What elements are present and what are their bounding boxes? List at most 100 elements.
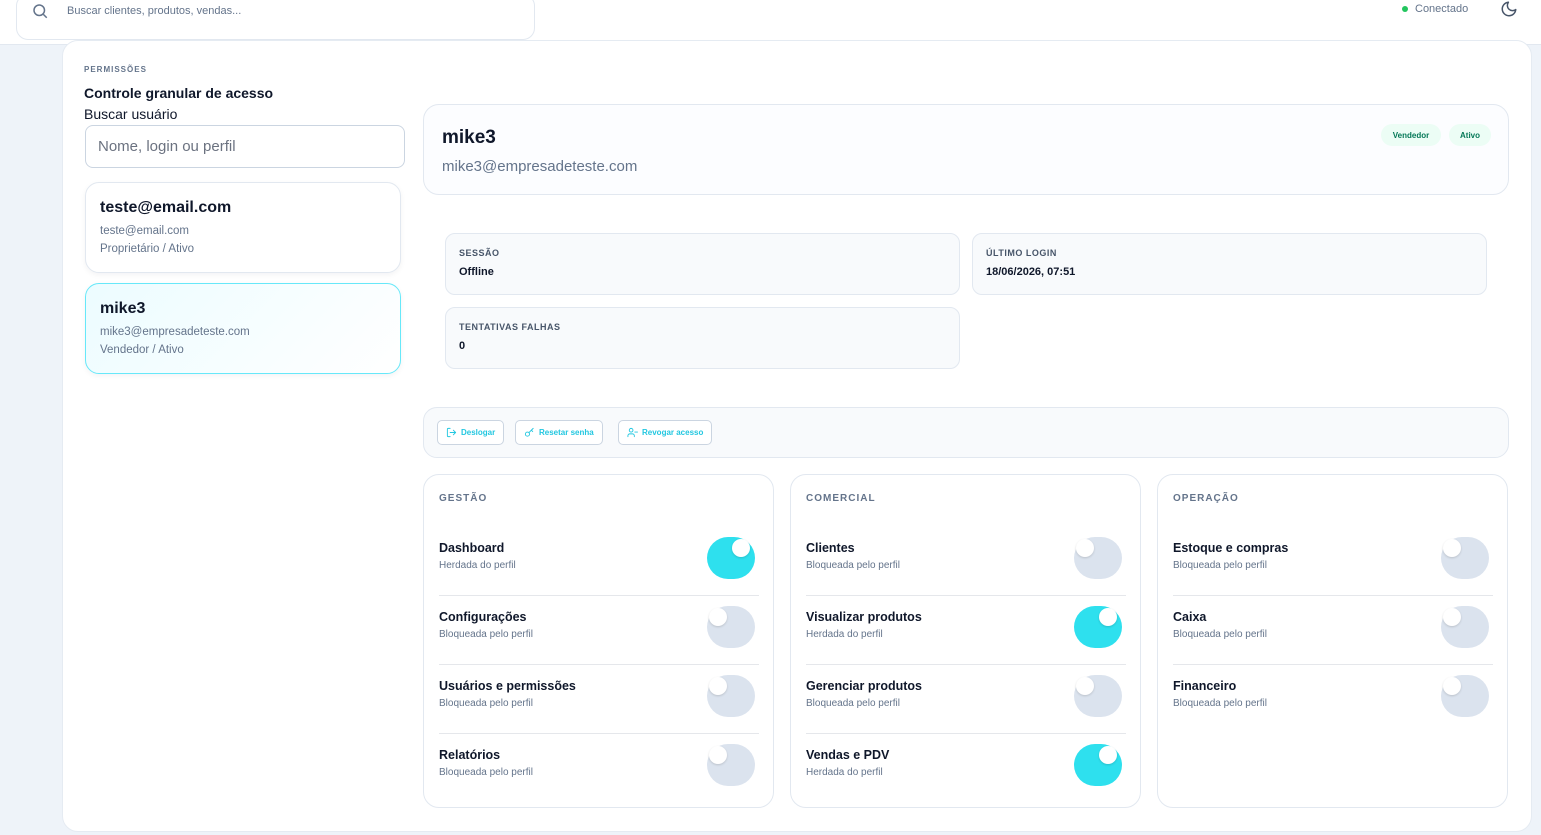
group-title: GESTÃO <box>439 493 488 504</box>
stat-value: 0 <box>459 340 466 352</box>
permission-status: Bloqueada pelo perfil <box>1173 698 1267 709</box>
toggle-knob <box>1076 677 1094 695</box>
permission-toggle-visualizar-produtos[interactable] <box>1074 606 1122 648</box>
global-search-placeholder: Buscar clientes, produtos, vendas... <box>67 5 242 17</box>
stat-value: Offline <box>459 266 494 278</box>
stat-label: ÚLTIMO LOGIN <box>986 248 1057 258</box>
permission-status: Bloqueada pelo perfil <box>1173 560 1267 571</box>
stat-label: TENTATIVAS FALHAS <box>459 322 561 332</box>
group-title: COMERCIAL <box>806 493 876 504</box>
status-dot-icon <box>1402 6 1408 12</box>
group-title: OPERAÇÃO <box>1173 493 1239 504</box>
permission-toggle-financeiro[interactable] <box>1441 675 1489 717</box>
permission-name: Configurações <box>439 610 527 624</box>
permission-row: Configurações Bloqueada pelo perfil <box>439 596 759 665</box>
permission-name: Vendas e PDV <box>806 748 890 762</box>
permission-toggle-relatorios[interactable] <box>707 744 755 786</box>
permission-row: Clientes Bloqueada pelo perfil <box>806 527 1126 596</box>
permission-name: Clientes <box>806 541 855 555</box>
group-gestao: GESTÃO Dashboard Herdada do perfil Confi… <box>423 474 774 808</box>
stat-label: SESSÃO <box>459 248 500 258</box>
group-comercial: COMERCIAL Clientes Bloqueada pelo perfil… <box>790 474 1141 808</box>
permission-row: Caixa Bloqueada pelo perfil <box>1173 596 1493 665</box>
connection-status: Conectado <box>1402 3 1468 15</box>
stat-session: SESSÃO Offline <box>445 233 960 295</box>
permission-status: Bloqueada pelo perfil <box>439 767 533 778</box>
toggle-knob <box>709 608 727 626</box>
permission-toggle-configuracoes[interactable] <box>707 606 755 648</box>
top-bar: Buscar clientes, produtos, vendas... Con… <box>0 0 1541 45</box>
permission-row: Vendas e PDV Herdada do perfil <box>806 734 1126 803</box>
permission-row: Relatórios Bloqueada pelo perfil <box>439 734 759 803</box>
status-badge: Ativo <box>1449 124 1491 146</box>
connection-status-label: Conectado <box>1415 3 1469 15</box>
permission-status: Bloqueada pelo perfil <box>806 560 900 571</box>
permission-row: Dashboard Herdada do perfil <box>439 527 759 596</box>
moon-icon[interactable] <box>1500 0 1518 18</box>
user-card-mike3[interactable]: mike3 mike3@empresadeteste.com Vendedor … <box>85 283 401 374</box>
reset-password-label: Resetar senha <box>539 428 594 437</box>
permission-name: Estoque e compras <box>1173 541 1289 555</box>
revoke-access-label: Revogar acesso <box>642 428 704 437</box>
user-search-input[interactable] <box>85 125 405 168</box>
permission-row: Estoque e compras Bloqueada pelo perfil <box>1173 527 1493 596</box>
user-card-email: teste@email.com <box>100 225 190 237</box>
logout-button[interactable]: Deslogar <box>437 420 505 445</box>
permission-toggle-dashboard[interactable] <box>707 537 755 579</box>
user-detail-header: mike3 mike3@empresadeteste.com Vendedor … <box>423 104 1509 195</box>
permission-name: Usuários e permissões <box>439 679 576 693</box>
user-card-name: teste@email.com <box>100 199 232 216</box>
toggle-knob <box>709 677 727 695</box>
key-icon <box>524 427 534 437</box>
reset-password-button[interactable]: Resetar senha <box>515 420 603 445</box>
permission-toggle-estoque[interactable] <box>1441 537 1489 579</box>
section-title: Controle granular de acesso <box>84 85 274 101</box>
permission-row: Visualizar produtos Herdada do perfil <box>806 596 1126 665</box>
user-detail-email: mike3@empresadeteste.com <box>442 158 638 175</box>
section-eyebrow: PERMISSÕES <box>84 65 147 74</box>
permission-toggle-caixa[interactable] <box>1441 606 1489 648</box>
permission-name: Caixa <box>1173 610 1207 624</box>
stat-value: 18/06/2026, 07:51 <box>986 266 1076 278</box>
toggle-knob <box>1099 608 1117 626</box>
permission-name: Dashboard <box>439 541 505 555</box>
group-operacao: OPERAÇÃO Estoque e compras Bloqueada pel… <box>1157 474 1508 808</box>
toggle-knob <box>1443 677 1461 695</box>
permission-toggle-vendas-pdv[interactable] <box>1074 744 1122 786</box>
permission-status: Herdada do perfil <box>806 629 883 640</box>
toggle-knob <box>1099 746 1117 764</box>
permission-status: Bloqueada pelo perfil <box>439 629 533 640</box>
permission-name: Gerenciar produtos <box>806 679 922 693</box>
toggle-knob <box>732 539 750 557</box>
role-badge: Vendedor <box>1381 124 1441 146</box>
permission-name: Financeiro <box>1173 679 1237 693</box>
permission-status: Bloqueada pelo perfil <box>1173 629 1267 640</box>
stat-failed-attempts: TENTATIVAS FALHAS 0 <box>445 307 960 369</box>
user-search-label: Buscar usuário <box>84 106 178 122</box>
actions-bar: Deslogar Resetar senha Revogar acesso <box>423 407 1509 458</box>
permission-toggle-gerenciar-produtos[interactable] <box>1074 675 1122 717</box>
revoke-access-button[interactable]: Revogar acesso <box>618 420 713 445</box>
permission-status: Bloqueada pelo perfil <box>806 698 900 709</box>
toggle-knob <box>709 746 727 764</box>
user-card-role: Vendedor / Ativo <box>100 344 184 356</box>
user-card-teste[interactable]: teste@email.com teste@email.com Propriet… <box>85 182 401 273</box>
toggle-knob <box>1076 539 1094 557</box>
permission-status: Bloqueada pelo perfil <box>439 698 533 709</box>
user-card-role: Proprietário / Ativo <box>100 243 194 255</box>
logout-icon <box>446 427 457 438</box>
toggle-knob <box>1443 608 1461 626</box>
user-card-name: mike3 <box>100 300 146 317</box>
logout-label: Deslogar <box>461 428 496 437</box>
permission-row: Gerenciar produtos Bloqueada pelo perfil <box>806 665 1126 734</box>
permission-toggle-usuarios[interactable] <box>707 675 755 717</box>
permission-toggle-clientes[interactable] <box>1074 537 1122 579</box>
global-search[interactable]: Buscar clientes, produtos, vendas... <box>16 0 535 40</box>
search-icon <box>33 4 48 19</box>
user-card-email: mike3@empresadeteste.com <box>100 326 250 338</box>
user-remove-icon <box>627 427 638 438</box>
permission-row: Usuários e permissões Bloqueada pelo per… <box>439 665 759 734</box>
toggle-knob <box>1443 539 1461 557</box>
user-detail-name: mike3 <box>442 127 496 148</box>
permission-status: Herdada do perfil <box>439 560 516 571</box>
